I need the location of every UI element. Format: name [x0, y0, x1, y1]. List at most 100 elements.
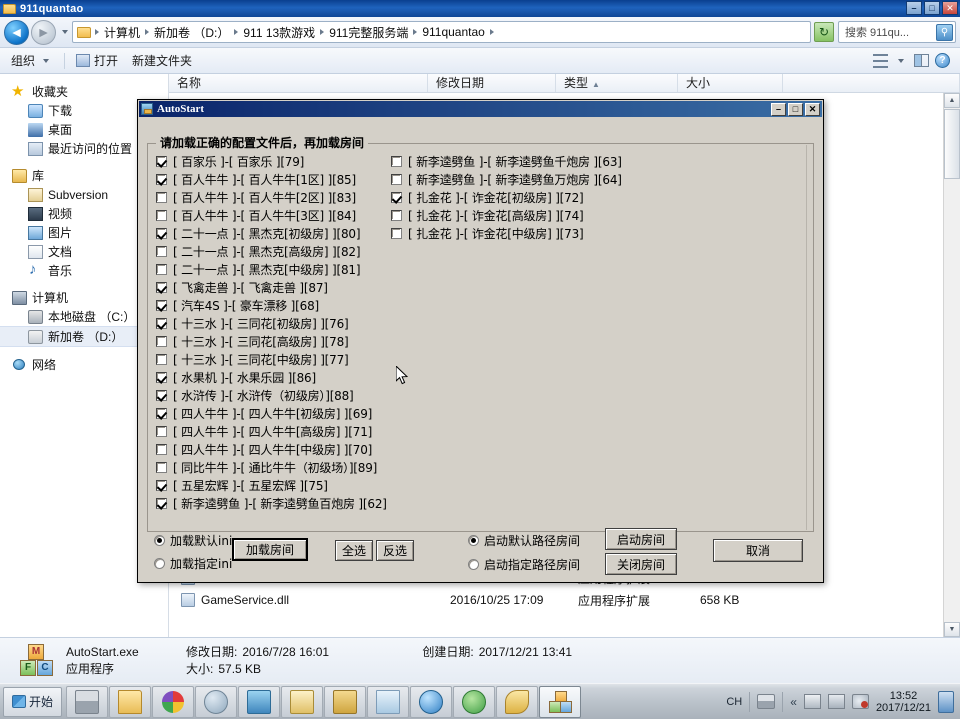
- room-item-left-18[interactable]: [ 五星宏辉 ]-[ 五星宏辉 ][75]: [156, 476, 416, 494]
- room-item-right-1[interactable]: [ 新李逵劈鱼 ]-[ 新李逵劈鱼万炮房 ][64]: [391, 170, 681, 188]
- network-tray-icon[interactable]: [803, 694, 821, 709]
- volume-muted-icon[interactable]: [851, 694, 869, 709]
- table-row[interactable]: GameService.dll 2016/10/25 17:09 应用程序扩展 …: [169, 589, 960, 611]
- taskbar-button-notepad[interactable]: [367, 685, 410, 718]
- forward-button[interactable]: ►: [31, 19, 56, 45]
- radio-load-custom-ini[interactable]: 加载指定ini: [154, 555, 232, 572]
- room-item-left-15[interactable]: [ 四人牛牛 ]-[ 四人牛牛[高级房] ][71]: [156, 422, 416, 440]
- room-item-right-3[interactable]: [ 扎金花 ]-[ 诈金花[高级房] ][74]: [391, 206, 681, 224]
- room-checkbox[interactable]: [156, 191, 167, 203]
- room-item-right-2[interactable]: [ 扎金花 ]-[ 诈金花[初级房] ][72]: [391, 188, 681, 206]
- maximize-button[interactable]: □: [924, 1, 940, 15]
- breadcrumb-item-3[interactable]: 911完整服务端: [328, 24, 409, 41]
- room-checkbox[interactable]: [156, 425, 167, 437]
- clock[interactable]: 13:52 2017/12/21: [876, 690, 931, 714]
- room-item-left-2[interactable]: [ 百人牛牛 ]-[ 百人牛牛[2区] ][83]: [156, 188, 416, 206]
- column-header-size[interactable]: 大小: [678, 74, 783, 92]
- room-item-left-12[interactable]: [ 水果机 ]-[ 水果乐园 ][86]: [156, 368, 416, 386]
- room-checkbox[interactable]: [391, 227, 402, 239]
- room-checkbox[interactable]: [156, 371, 167, 383]
- scroll-up-button[interactable]: ▲: [944, 93, 960, 108]
- dialog-maximize-button[interactable]: □: [788, 102, 803, 116]
- dialog-close-button[interactable]: ✕: [805, 102, 820, 116]
- start-rooms-button[interactable]: 启动房间: [605, 528, 677, 550]
- room-item-left-3[interactable]: [ 百人牛牛 ]-[ 百人牛牛[3区] ][84]: [156, 206, 416, 224]
- taskbar-button-tools[interactable]: [281, 685, 324, 718]
- room-checkbox[interactable]: [156, 155, 167, 167]
- back-button[interactable]: ◄: [4, 19, 29, 45]
- room-checkbox[interactable]: [156, 209, 167, 221]
- room-item-left-11[interactable]: [ 十三水 ]-[ 三同花[中级房] ][77]: [156, 350, 416, 368]
- preview-pane-icon[interactable]: [914, 54, 929, 67]
- taskbar-button-printer[interactable]: [66, 685, 109, 718]
- cancel-button[interactable]: 取消: [713, 539, 803, 562]
- radio-start-custom-path[interactable]: 启动指定路径房间: [468, 556, 580, 573]
- ime-indicator[interactable]: CH: [726, 696, 742, 708]
- breadcrumb-item-0[interactable]: 计算机: [103, 24, 141, 41]
- room-item-left-8[interactable]: [ 汽车4S ]-[ 豪车漂移 ][68]: [156, 296, 416, 314]
- breadcrumb-item-4[interactable]: 911quantao: [421, 25, 486, 39]
- room-item-left-17[interactable]: [ 同比牛牛 ]-[ 通比牛牛（初级场）][89]: [156, 458, 416, 476]
- open-button[interactable]: 打开: [71, 50, 123, 71]
- search-icon[interactable]: ⚲: [936, 23, 953, 41]
- minimize-button[interactable]: –: [906, 1, 922, 15]
- room-checkbox[interactable]: [156, 263, 167, 275]
- room-item-left-5[interactable]: [ 二十一点 ]-[ 黑杰克[高级房] ][82]: [156, 242, 416, 260]
- room-checkbox[interactable]: [156, 461, 167, 473]
- invert-selection-button[interactable]: 反选: [376, 540, 414, 561]
- breadcrumb-item-2[interactable]: 911 13款游戏: [242, 24, 316, 41]
- breadcrumb[interactable]: 计算机 新加卷 （D:） 911 13款游戏 911完整服务端 911quant…: [72, 21, 811, 43]
- load-rooms-button[interactable]: 加载房间: [232, 538, 308, 561]
- radio-start-default-path[interactable]: 启动默认路径房间: [468, 532, 580, 549]
- room-checkbox[interactable]: [156, 479, 167, 491]
- organize-menu[interactable]: 组织: [6, 50, 58, 71]
- room-checkbox[interactable]: [156, 407, 167, 419]
- room-checkbox[interactable]: [156, 245, 167, 257]
- close-rooms-button[interactable]: 关闭房间: [605, 553, 677, 575]
- search-input[interactable]: 搜索 911qu... ⚲: [838, 21, 956, 43]
- show-desktop-button[interactable]: [938, 690, 954, 713]
- start-button[interactable]: 开始: [3, 686, 63, 717]
- display-tray-icon[interactable]: [827, 694, 845, 709]
- file-list-scrollbar[interactable]: ▲ ▼: [943, 93, 960, 637]
- taskbar-button-globe-app[interactable]: [195, 685, 238, 718]
- room-item-left-13[interactable]: [ 水浒传 ]-[ 水浒传（初级房）][88]: [156, 386, 416, 404]
- room-item-left-9[interactable]: [ 十三水 ]-[ 三同花[初级房] ][76]: [156, 314, 416, 332]
- taskbar-button-recycle[interactable]: [453, 685, 496, 718]
- view-chevron-down-icon[interactable]: [898, 58, 904, 63]
- printer-tray-icon[interactable]: [757, 694, 776, 709]
- help-icon[interactable]: ?: [935, 53, 950, 68]
- scroll-down-button[interactable]: ▼: [944, 622, 960, 637]
- room-checkbox[interactable]: [156, 497, 167, 509]
- room-item-left-4[interactable]: [ 二十一点 ]-[ 黑杰克[初级房] ][80]: [156, 224, 416, 242]
- scrollbar-thumb[interactable]: [944, 109, 960, 179]
- room-checkbox[interactable]: [156, 317, 167, 329]
- column-header-date[interactable]: 修改日期: [428, 74, 556, 92]
- dialog-minimize-button[interactable]: –: [771, 102, 786, 116]
- change-view-icon[interactable]: [873, 53, 888, 68]
- taskbar-button-monitor[interactable]: [324, 685, 367, 718]
- room-item-right-0[interactable]: [ 新李逵劈鱼 ]-[ 新李逵劈鱼千炮房 ][63]: [391, 152, 681, 170]
- taskbar-button-world-door[interactable]: [238, 685, 281, 718]
- taskbar-button-folder[interactable]: [109, 685, 152, 718]
- room-checkbox[interactable]: [391, 155, 402, 167]
- taskbar-button-internet-explorer[interactable]: [410, 685, 453, 718]
- taskbar-button-wrench[interactable]: [496, 685, 539, 718]
- refresh-icon[interactable]: ↻: [814, 22, 834, 42]
- tray-overflow-icon[interactable]: «: [790, 695, 797, 709]
- room-checkbox[interactable]: [391, 173, 402, 185]
- room-checkbox[interactable]: [156, 281, 167, 293]
- room-checkbox[interactable]: [156, 443, 167, 455]
- radio-load-default-ini[interactable]: 加载默认ini: [154, 532, 232, 549]
- room-checkbox[interactable]: [156, 227, 167, 239]
- select-all-button[interactable]: 全选: [335, 540, 373, 561]
- taskbar-button-colors[interactable]: [152, 685, 195, 718]
- new-folder-button[interactable]: 新建文件夹: [127, 50, 197, 71]
- column-header-name[interactable]: 名称: [169, 74, 428, 92]
- room-item-left-14[interactable]: [ 四人牛牛 ]-[ 四人牛牛[初级房] ][69]: [156, 404, 416, 422]
- room-item-left-1[interactable]: [ 百人牛牛 ]-[ 百人牛牛[1区] ][85]: [156, 170, 416, 188]
- room-checkbox[interactable]: [156, 335, 167, 347]
- room-item-left-7[interactable]: [ 飞禽走兽 ]-[ 飞禽走兽 ][87]: [156, 278, 416, 296]
- room-checkbox[interactable]: [156, 173, 167, 185]
- taskbar-button-autostart[interactable]: [539, 685, 582, 718]
